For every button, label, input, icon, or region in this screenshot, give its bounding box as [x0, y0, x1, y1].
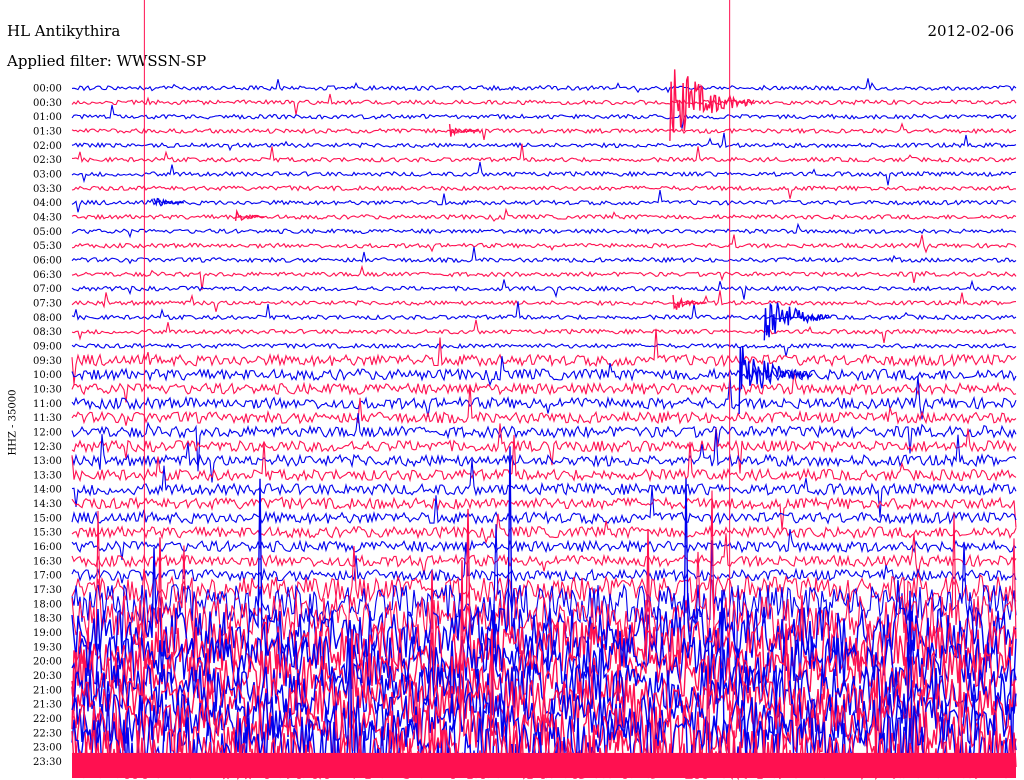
trace-row-0530: [71, 234, 1017, 254]
row-label-0100: 01:00: [33, 112, 62, 123]
row-label-1030: 10:30: [33, 384, 62, 395]
row-label-1100: 11:00: [33, 399, 62, 410]
trace-row-0730: [71, 290, 1017, 312]
row-label-2100: 21:00: [33, 685, 62, 696]
event-5: [763, 302, 830, 341]
row-label-0900: 09:00: [33, 341, 62, 352]
row-label-1330: 13:30: [33, 470, 62, 481]
trace-row-0030: [71, 93, 1017, 115]
row-label-0800: 08:00: [33, 313, 62, 324]
row-label-1830: 18:30: [33, 614, 62, 625]
row-label-group: 00:00 00:30 01:00 01:30 02:00 02:30 03:00 03:30…: [33, 84, 62, 769]
row-label-0330: 03:30: [33, 184, 62, 195]
row-label-0630: 06:30: [33, 270, 62, 281]
trace-row-0000: [71, 78, 1017, 94]
row-label-1130: 11:30: [33, 413, 62, 424]
row-label-0230: 02:30: [33, 155, 62, 166]
row-label-0930: 09:30: [33, 356, 62, 367]
row-label-1530: 15:30: [33, 528, 62, 539]
row-label-2030: 20:30: [33, 671, 62, 682]
row-label-1400: 14:00: [33, 485, 62, 496]
helicorder-plot: 00:00 00:30 01:00 01:30 02:00 02:30 03:00 03:30…: [33, 0, 1017, 780]
saturated-fill: [72, 752, 1016, 778]
trace-row-0700: [71, 279, 1017, 300]
trace-row-0500: [71, 222, 1017, 239]
trace-row-0830: [71, 319, 1017, 344]
row-label-2200: 22:00: [33, 714, 62, 725]
row-label-1000: 10:00: [33, 370, 62, 381]
row-label-0400: 04:00: [33, 198, 62, 209]
row-label-1300: 13:00: [33, 456, 62, 467]
trace-row-0100: [71, 104, 1017, 129]
trace-row-0430: [71, 207, 1017, 222]
row-label-0430: 04:30: [33, 212, 62, 223]
row-label-1800: 18:00: [33, 599, 62, 610]
trace-row-0300: [71, 161, 1017, 186]
row-label-2330: 23:30: [33, 757, 62, 768]
row-label-2300: 23:00: [33, 743, 62, 754]
row-label-0030: 00:30: [33, 98, 62, 109]
trace-row-1100: [71, 375, 1017, 420]
row-label-0830: 08:30: [33, 327, 62, 338]
row-label-1200: 12:00: [33, 427, 62, 438]
trace-row-0600: [71, 246, 1017, 265]
row-label-1700: 17:00: [33, 571, 62, 582]
row-label-0200: 02:00: [33, 141, 62, 152]
trace-row-1630: [71, 533, 1017, 577]
trace-row-0630: [71, 264, 1017, 291]
trace-row-1430: [71, 496, 1017, 530]
row-label-2230: 22:30: [33, 728, 62, 739]
row-label-2130: 21:30: [33, 700, 62, 711]
row-label-0530: 05:30: [33, 241, 62, 252]
row-label-0700: 07:00: [33, 284, 62, 295]
row-label-1500: 15:00: [33, 513, 62, 524]
row-label-1730: 17:30: [33, 585, 62, 596]
row-label-0300: 03:00: [33, 169, 62, 180]
trace-row-0200: [71, 132, 1017, 152]
trace-row-1300: [71, 429, 1017, 483]
trace-row-0400: [71, 190, 1017, 213]
row-label-0730: 07:30: [33, 298, 62, 309]
row-label-1600: 16:00: [33, 542, 62, 553]
trace-row-0330: [71, 185, 1017, 199]
event-6: [738, 346, 813, 415]
row-label-0130: 01:30: [33, 126, 62, 137]
row-label-0600: 06:00: [33, 255, 62, 266]
row-label-2000: 20:00: [33, 657, 62, 668]
row-label-1630: 16:30: [33, 556, 62, 567]
trace-row-0130: [71, 122, 1016, 141]
row-label-0500: 05:00: [33, 227, 62, 238]
row-label-1900: 19:00: [33, 628, 62, 639]
trace-group: [71, 78, 1017, 780]
row-label-0000: 00:00: [33, 84, 62, 95]
row-label-1230: 12:30: [33, 442, 62, 453]
trace-row-0900: [71, 342, 1017, 357]
row-label-1930: 19:30: [33, 642, 62, 653]
row-label-1430: 14:30: [33, 499, 62, 510]
